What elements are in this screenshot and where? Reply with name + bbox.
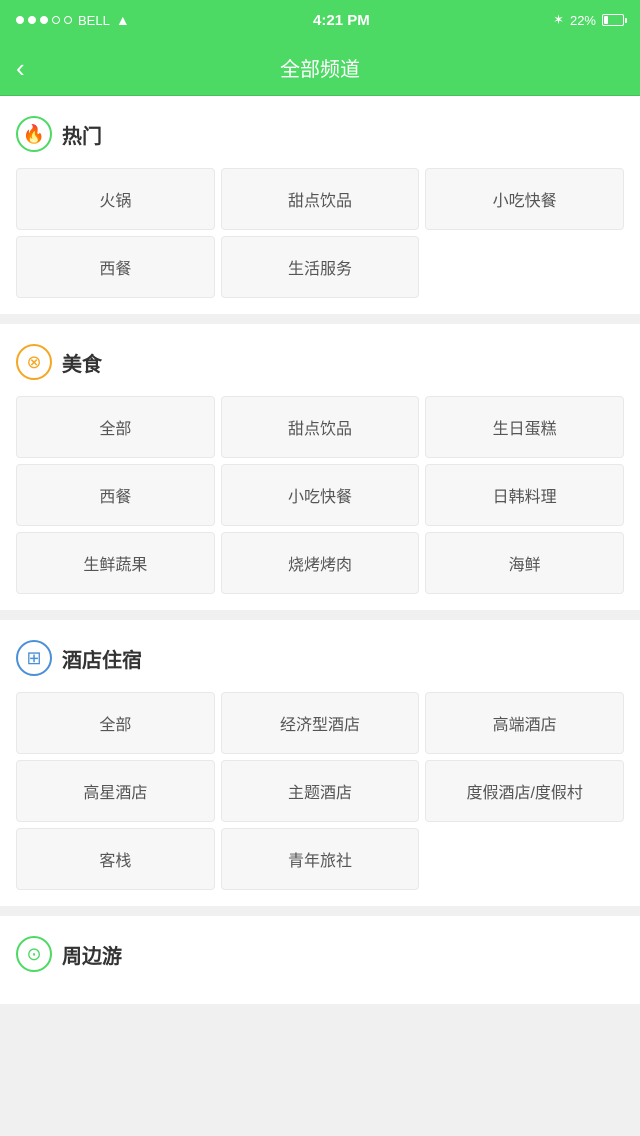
grid-item-food-0[interactable]: 全部 <box>16 396 215 458</box>
section-hot: 🔥 热门火锅甜点饮品小吃快餐西餐生活服务 <box>0 96 640 314</box>
grid-item-hotel-6[interactable]: 客栈 <box>16 828 215 890</box>
section-header-food: ⊗ 美食 <box>16 344 624 380</box>
grid-item-hot-0[interactable]: 火锅 <box>16 168 215 230</box>
status-bar: BELL ▲ 4:21 PM ✶ 22% <box>0 0 640 40</box>
grid-item-hot-2[interactable]: 小吃快餐 <box>425 168 624 230</box>
battery-percent: 22% <box>570 13 596 28</box>
status-right: ✶ 22% <box>553 12 624 28</box>
content: 🔥热门火锅甜点饮品小吃快餐西餐生活服务⊗美食全部甜点饮品生日蛋糕西餐小吃快餐日韩… <box>0 96 640 1004</box>
section-header-hotel: ⊞ 酒店住宿 <box>16 640 624 676</box>
carrier-label: BELL <box>78 13 110 28</box>
grid-item-hot-1[interactable]: 甜点饮品 <box>221 168 420 230</box>
grid-item-food-2[interactable]: 生日蛋糕 <box>425 396 624 458</box>
grid-item-hotel-3[interactable]: 高星酒店 <box>16 760 215 822</box>
grid-item-food-3[interactable]: 西餐 <box>16 464 215 526</box>
grid-food: 全部甜点饮品生日蛋糕西餐小吃快餐日韩料理生鲜蔬果烧烤烤肉海鲜 <box>16 396 624 594</box>
dot-4 <box>52 16 60 24</box>
section-travel: ⊙ 周边游 <box>0 916 640 1004</box>
dot-2 <box>28 16 36 24</box>
grid-item-hotel-7[interactable]: 青年旅社 <box>221 828 420 890</box>
grid-item-food-8[interactable]: 海鲜 <box>425 532 624 594</box>
nav-bar: ‹ 全部频道 <box>0 40 640 96</box>
status-time: 4:21 PM <box>313 12 370 29</box>
hotel-icon: ⊞ <box>16 640 52 676</box>
signal-dots <box>16 16 72 24</box>
grid-item-hotel-5[interactable]: 度假酒店/度假村 <box>425 760 624 822</box>
grid-item-hot-3[interactable]: 西餐 <box>16 236 215 298</box>
grid-item-hotel-2[interactable]: 高端酒店 <box>425 692 624 754</box>
section-header-travel: ⊙ 周边游 <box>16 936 624 972</box>
battery-icon <box>602 14 624 26</box>
section-hotel: ⊞ 酒店住宿全部经济型酒店高端酒店高星酒店主题酒店度假酒店/度假村客栈青年旅社 <box>0 620 640 906</box>
section-title-food: 美食 <box>62 348 102 377</box>
dot-1 <box>16 16 24 24</box>
grid-item-food-6[interactable]: 生鲜蔬果 <box>16 532 215 594</box>
section-title-travel: 周边游 <box>62 940 122 969</box>
grid-item-food-1[interactable]: 甜点饮品 <box>221 396 420 458</box>
hot-icon: 🔥 <box>16 116 52 152</box>
section-title-hot: 热门 <box>62 120 102 149</box>
section-food: ⊗ 美食全部甜点饮品生日蛋糕西餐小吃快餐日韩料理生鲜蔬果烧烤烤肉海鲜 <box>0 324 640 610</box>
grid-item-food-5[interactable]: 日韩料理 <box>425 464 624 526</box>
grid-hotel: 全部经济型酒店高端酒店高星酒店主题酒店度假酒店/度假村客栈青年旅社 <box>16 692 624 890</box>
grid-item-hotel-1[interactable]: 经济型酒店 <box>221 692 420 754</box>
battery-fill <box>604 16 608 24</box>
dot-3 <box>40 16 48 24</box>
grid-hot: 火锅甜点饮品小吃快餐西餐生活服务 <box>16 168 624 298</box>
section-title-hotel: 酒店住宿 <box>62 644 142 673</box>
grid-item-hot-4[interactable]: 生活服务 <box>221 236 420 298</box>
wifi-icon: ▲ <box>116 12 130 28</box>
grid-item-food-4[interactable]: 小吃快餐 <box>221 464 420 526</box>
dot-5 <box>64 16 72 24</box>
food-icon: ⊗ <box>16 344 52 380</box>
grid-item-food-7[interactable]: 烧烤烤肉 <box>221 532 420 594</box>
section-header-hot: 🔥 热门 <box>16 116 624 152</box>
grid-item-hotel-0[interactable]: 全部 <box>16 692 215 754</box>
status-left: BELL ▲ <box>16 12 130 28</box>
nav-title: 全部频道 <box>280 53 360 82</box>
back-button[interactable]: ‹ <box>16 55 25 81</box>
grid-item-hotel-4[interactable]: 主题酒店 <box>221 760 420 822</box>
travel-icon: ⊙ <box>16 936 52 972</box>
bluetooth-icon: ✶ <box>553 12 564 28</box>
